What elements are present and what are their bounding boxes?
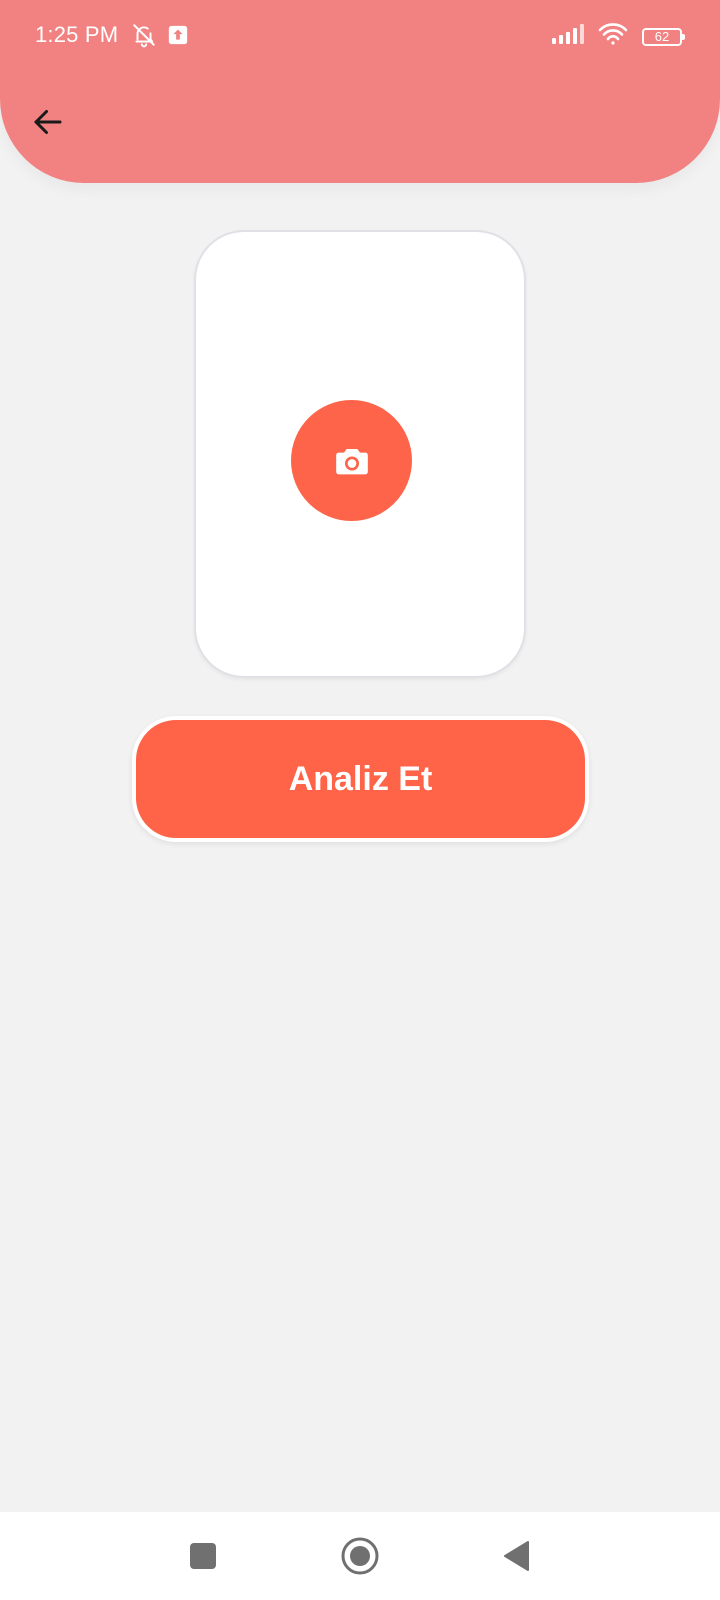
camera-button[interactable] <box>291 400 412 521</box>
home-circle-icon <box>341 1537 379 1575</box>
recents-square-icon <box>190 1543 216 1569</box>
nav-back-button[interactable] <box>476 1512 556 1600</box>
signal-icon <box>552 24 584 49</box>
status-left-icons <box>131 22 189 53</box>
status-right-icons: 62 <box>552 22 685 51</box>
status-time: 1:25 PM <box>35 22 119 47</box>
wifi-icon <box>598 22 628 51</box>
arrow-left-icon <box>34 110 62 134</box>
back-triangle-icon <box>504 1541 529 1571</box>
recents-button[interactable] <box>163 1512 243 1600</box>
camera-icon <box>335 448 368 474</box>
analyze-button[interactable]: Analiz Et <box>132 716 589 842</box>
upload-notification-icon <box>167 24 189 51</box>
system-nav-bar <box>0 1512 720 1600</box>
back-button[interactable] <box>26 100 70 144</box>
bell-muted-icon <box>131 22 157 53</box>
home-button[interactable] <box>320 1512 400 1600</box>
battery-icon: 62 <box>642 27 685 46</box>
app-header: 1:25 PM 62 <box>0 0 720 183</box>
